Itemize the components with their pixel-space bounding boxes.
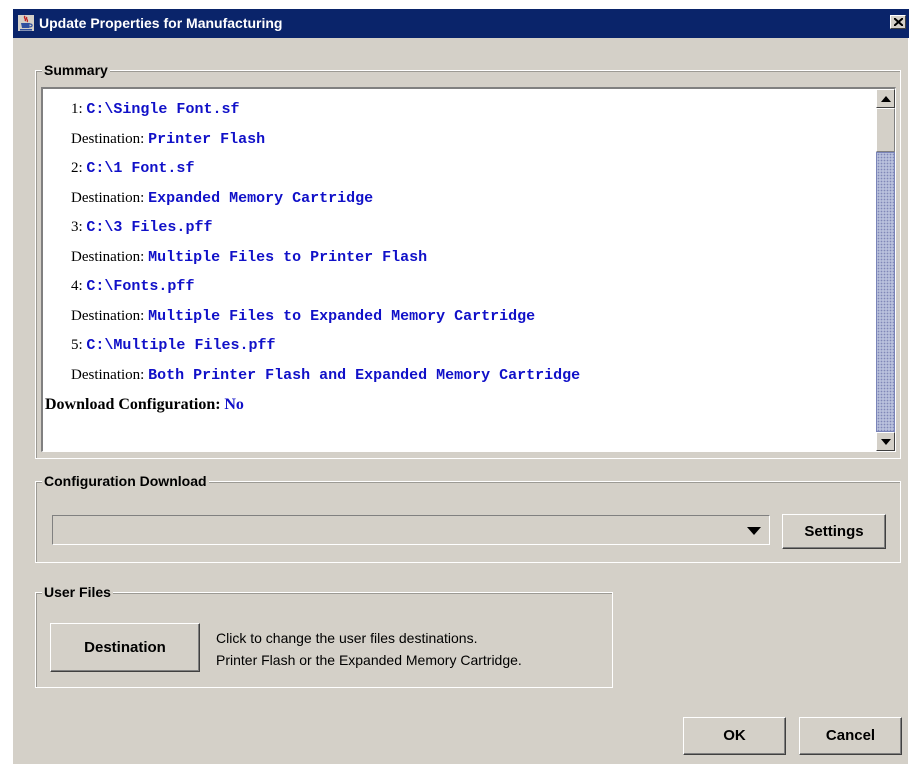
summary-list[interactable]: 1: C:\Single Font.sf Destination: Printe…: [41, 87, 896, 452]
file-index: 3:: [71, 219, 83, 235]
destination-value: Multiple Files to Expanded Memory Cartri…: [148, 307, 536, 325]
arrow-down-icon: [881, 439, 891, 445]
settings-button[interactable]: Settings: [782, 514, 886, 549]
configuration-dropdown[interactable]: [52, 515, 770, 545]
chevron-down-icon: [747, 527, 761, 535]
summary-destination-line: Destination: Both Printer Flash and Expa…: [45, 361, 875, 391]
destination-value: Multiple Files to Printer Flash: [148, 248, 428, 266]
java-cup-icon: [18, 15, 34, 31]
download-config-value: No: [224, 396, 244, 413]
summary-destination-line: Destination: Multiple Files to Expanded …: [45, 302, 875, 332]
destination-value: Both Printer Flash and Expanded Memory C…: [148, 366, 581, 384]
summary-file-line: 2: C:\1 Font.sf: [45, 154, 875, 184]
summary-destination-line: Destination: Multiple Files to Printer F…: [45, 243, 875, 273]
configuration-download-group: Configuration Download Settings: [35, 473, 901, 563]
destination-value: Printer Flash: [148, 130, 266, 148]
user-files-description-line1: Click to change the user files destinati…: [216, 630, 478, 646]
file-path: C:\Fonts.pff: [86, 278, 195, 295]
summary-group-label: Summary: [42, 62, 110, 78]
destination-label: Destination:: [71, 189, 145, 206]
summary-file-line: 4: C:\Fonts.pff: [45, 272, 875, 302]
configuration-download-label: Configuration Download: [42, 473, 209, 489]
file-path: C:\Single Font.sf: [86, 101, 240, 118]
file-path: C:\3 Files.pff: [86, 219, 213, 236]
file-index: 4:: [71, 278, 83, 294]
ok-button[interactable]: OK: [683, 717, 786, 755]
download-config-line: Download Configuration: No: [45, 390, 875, 420]
destination-label: Destination:: [71, 248, 145, 265]
dialog-window: Update Properties for Manufacturing Summ…: [12, 8, 909, 764]
window-title: Update Properties for Manufacturing: [39, 15, 283, 31]
summary-destination-line: Destination: Printer Flash: [45, 125, 875, 155]
download-config-label: Download Configuration:: [45, 396, 221, 413]
arrow-up-icon: [881, 96, 891, 102]
summary-file-line: 3: C:\3 Files.pff: [45, 213, 875, 243]
scroll-down-button[interactable]: [876, 432, 895, 451]
close-button[interactable]: [890, 15, 906, 29]
scroll-up-button[interactable]: [876, 89, 895, 108]
summary-file-line: 5: C:\Multiple Files.pff: [45, 331, 875, 361]
file-index: 1:: [71, 101, 83, 117]
summary-group: Summary 1: C:\Single Font.sf Destination…: [35, 62, 901, 459]
scrollbar-thumb[interactable]: [876, 152, 895, 432]
cancel-button[interactable]: Cancel: [799, 717, 902, 755]
destination-value: Expanded Memory Cartridge: [148, 189, 374, 207]
file-path: C:\1 Font.sf: [86, 160, 195, 177]
file-index: 2:: [71, 160, 83, 176]
summary-scrollbar[interactable]: [876, 89, 895, 451]
destination-label: Destination:: [71, 307, 145, 324]
destination-button[interactable]: Destination: [50, 623, 200, 672]
close-icon: [894, 18, 903, 26]
user-files-group: User Files Destination Click to change t…: [35, 584, 613, 688]
user-files-description-line2: Printer Flash or the Expanded Memory Car…: [216, 652, 522, 668]
destination-label: Destination:: [71, 366, 145, 383]
scrollbar-track-upper[interactable]: [876, 108, 895, 152]
title-bar[interactable]: Update Properties for Manufacturing: [13, 9, 909, 38]
user-files-label: User Files: [42, 584, 113, 600]
destination-label: Destination:: [71, 130, 145, 147]
summary-file-line: 1: C:\Single Font.sf: [45, 95, 875, 125]
summary-lines: 1: C:\Single Font.sf Destination: Printe…: [45, 95, 875, 420]
file-path: C:\Multiple Files.pff: [86, 337, 276, 354]
summary-destination-line: Destination: Expanded Memory Cartridge: [45, 184, 875, 214]
user-files-description: Click to change the user files destinati…: [216, 627, 522, 671]
file-index: 5:: [71, 337, 83, 353]
